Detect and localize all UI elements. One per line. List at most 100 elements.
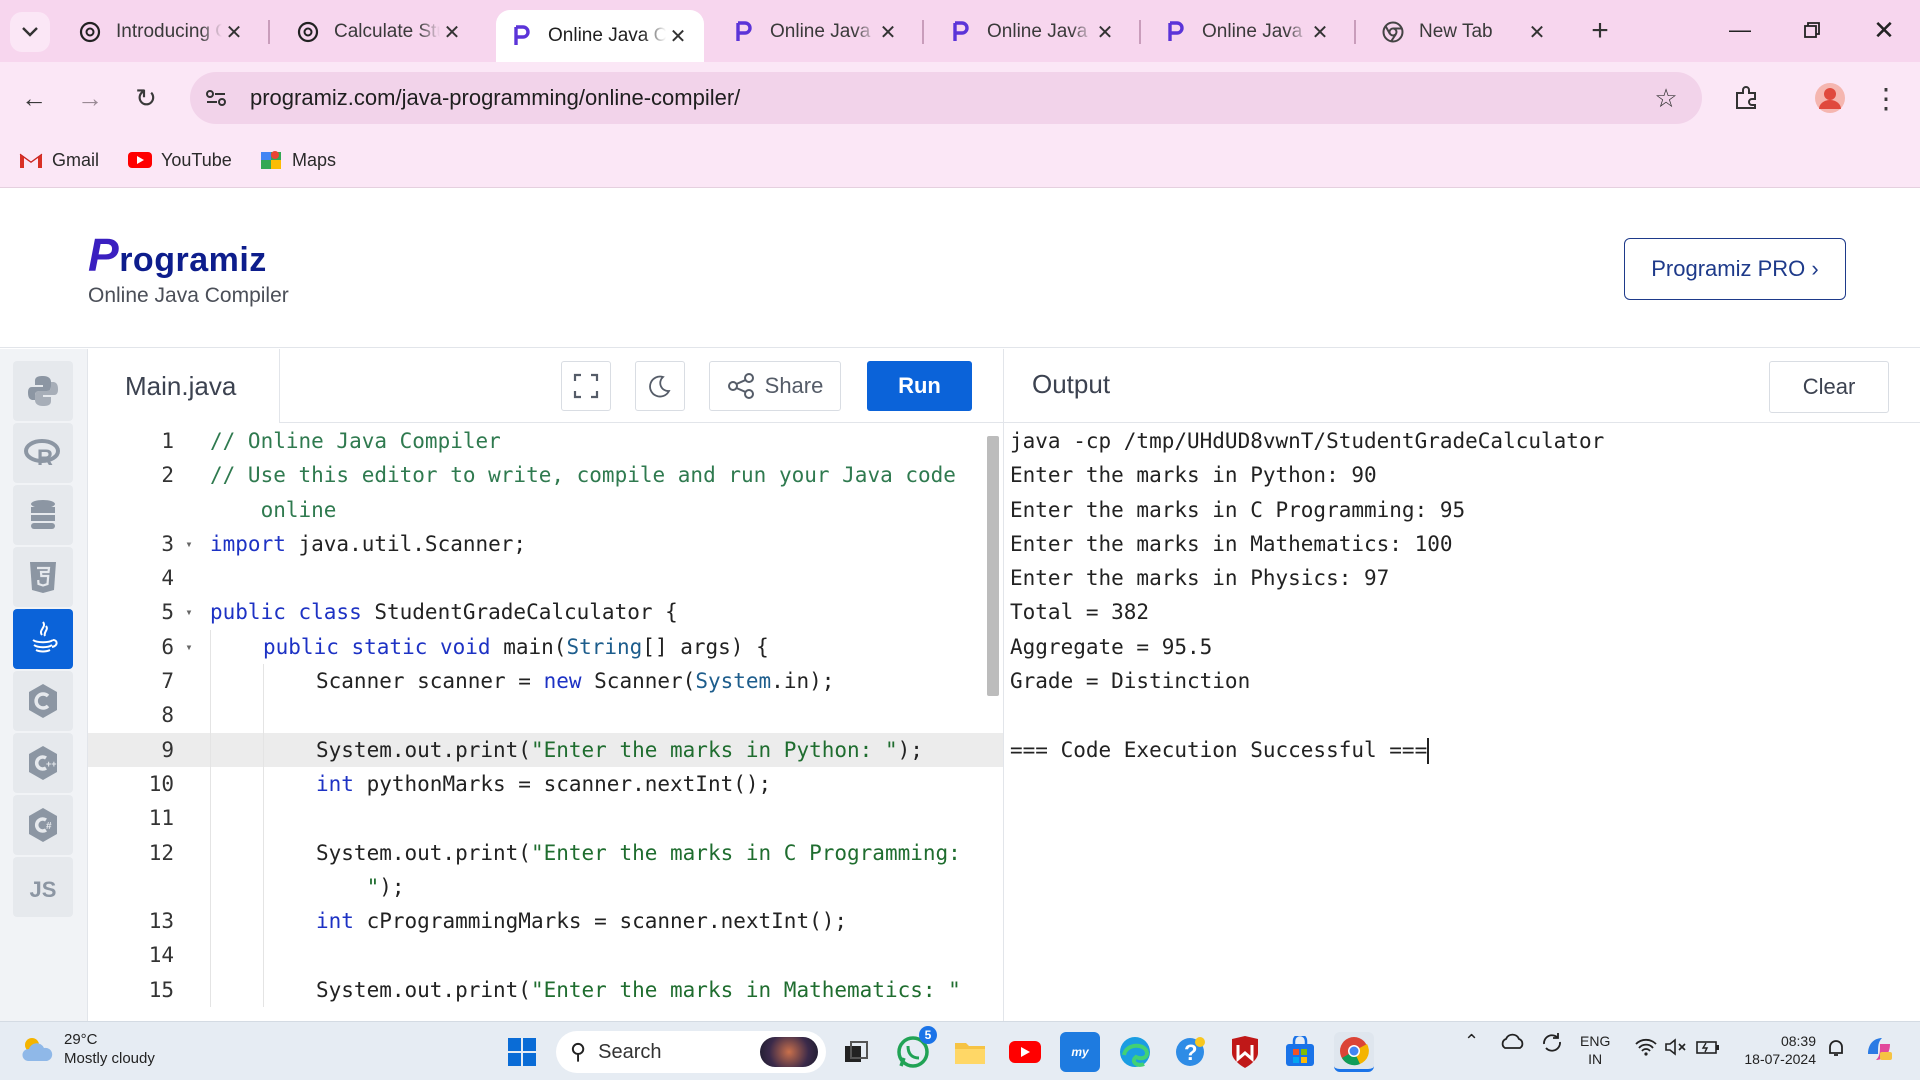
sql-icon[interactable] — [13, 485, 73, 545]
close-tab-icon[interactable]: ✕ — [222, 20, 246, 45]
onedrive-icon[interactable] — [1500, 1032, 1526, 1054]
line-number[interactable]: 6 — [88, 630, 180, 664]
code-line[interactable]: 1 // Online Java Compiler — [88, 424, 1003, 458]
programiz-pro-button[interactable]: Programiz PRO › — [1624, 238, 1846, 300]
close-tab-icon[interactable]: ✕ — [1525, 20, 1549, 45]
line-number[interactable]: 4 — [88, 561, 180, 595]
file-tab-main-java[interactable]: Main.java — [88, 349, 280, 423]
site-settings-icon[interactable] — [196, 78, 236, 118]
line-number[interactable]: 13 — [88, 904, 180, 938]
editor-scrollbar[interactable] — [987, 436, 999, 696]
js-icon[interactable]: JS — [13, 857, 73, 917]
browser-tab[interactable]: Introducing ChatGPT✕ — [64, 10, 260, 54]
line-number[interactable]: 9 — [88, 733, 180, 767]
fold-toggle-icon[interactable]: ▾ — [180, 630, 198, 664]
csharp-icon[interactable]: # — [13, 795, 73, 855]
code-line[interactable]: 8 — [88, 698, 1003, 733]
browser-tab[interactable]: Online Java Compiler✕ — [1150, 10, 1346, 54]
code-line[interactable]: 12 System.out.print("Enter the marks in C… — [88, 835, 1003, 905]
notification-bell-icon[interactable] — [1826, 1038, 1846, 1062]
tab-search-button[interactable] — [10, 12, 50, 52]
whatsapp-icon[interactable]: 5 — [893, 1026, 937, 1072]
share-button[interactable]: Share — [709, 361, 841, 411]
line-number[interactable]: 7 — [88, 664, 180, 698]
new-tab-button[interactable]: + — [1582, 14, 1618, 50]
html5-icon[interactable] — [13, 547, 73, 607]
code-text[interactable]: public static void main(String[] args) { — [198, 630, 1003, 664]
extensions-icon[interactable] — [1726, 78, 1766, 118]
battery-icon[interactable] — [1696, 1038, 1720, 1060]
panel-divider[interactable] — [1003, 349, 1004, 1021]
code-text[interactable]: int pythonMarks = scanner.nextInt(); — [198, 767, 1003, 801]
file-explorer-icon[interactable] — [950, 1032, 990, 1072]
close-tab-icon[interactable]: ✕ — [1093, 20, 1117, 45]
weather-widget[interactable]: 29°C Mostly cloudy — [20, 1030, 155, 1068]
language-indicator[interactable]: ENG IN — [1580, 1032, 1610, 1068]
cpp-icon[interactable]: ++ — [13, 733, 73, 793]
r-icon[interactable]: R — [13, 423, 73, 483]
show-hidden-icons[interactable]: ⌃ — [1464, 1032, 1479, 1050]
help-icon[interactable]: ? — [1170, 1032, 1210, 1072]
address-bar[interactable]: programiz.com/java-programming/online-co… — [190, 72, 1702, 124]
sync-icon[interactable] — [1540, 1032, 1564, 1058]
code-text[interactable] — [198, 561, 1003, 595]
microsoft-store-icon[interactable] — [1280, 1032, 1320, 1072]
mcafee-icon[interactable] — [1225, 1032, 1265, 1072]
code-line[interactable]: 6 ▾ public static void main(String[] args)… — [88, 629, 1003, 665]
run-button[interactable]: Run — [867, 361, 972, 411]
line-number[interactable]: 11 — [88, 801, 180, 835]
task-view-icon[interactable] — [836, 1032, 876, 1072]
code-line[interactable]: 7 Scanner scanner = new Scanner(System.in… — [88, 664, 1003, 699]
close-tab-icon[interactable]: ✕ — [666, 24, 690, 49]
code-editor[interactable]: 1 // Online Java Compiler 2 // Use this edi… — [88, 424, 1003, 1021]
chrome-taskbar-icon[interactable] — [1334, 1032, 1374, 1072]
copilot-icon[interactable] — [1864, 1034, 1894, 1068]
code-line[interactable]: 9 System.out.print("Enter the marks in Py… — [88, 732, 1003, 767]
browser-tab[interactable]: Online Java Compiler✕ — [496, 10, 704, 62]
line-number[interactable]: 1 — [88, 424, 180, 458]
code-text[interactable]: // Online Java Compiler — [198, 424, 1003, 458]
code-text[interactable] — [198, 938, 1003, 972]
code-line[interactable]: 10 int pythonMarks = scanner.nextInt(); — [88, 766, 1003, 802]
mylio-icon[interactable]: my — [1060, 1032, 1100, 1072]
volume-muted-icon[interactable] — [1664, 1038, 1688, 1060]
code-text[interactable]: System.out.print("Enter the marks in C P… — [198, 836, 1003, 905]
code-line[interactable]: 14 — [88, 938, 1003, 973]
line-number[interactable]: 15 — [88, 973, 180, 1007]
url-text[interactable]: programiz.com/java-programming/online-co… — [250, 85, 1646, 111]
line-number[interactable]: 3 — [88, 527, 180, 561]
line-number[interactable]: 8 — [88, 698, 180, 732]
back-button[interactable]: ← — [14, 78, 54, 118]
fullscreen-button[interactable] — [561, 361, 611, 411]
fold-toggle-icon[interactable]: ▾ — [180, 595, 198, 629]
close-tab-icon[interactable]: ✕ — [440, 20, 464, 45]
bookmark-star-icon[interactable]: ☆ — [1646, 83, 1686, 114]
close-tab-icon[interactable]: ✕ — [876, 20, 900, 45]
code-line[interactable]: 15 System.out.print("Enter the marks in M… — [88, 972, 1003, 1008]
code-text[interactable]: System.out.print("Enter the marks in Mat… — [198, 973, 1003, 1007]
dark-mode-toggle[interactable] — [635, 361, 685, 411]
bookmark-maps[interactable]: Maps — [258, 144, 336, 176]
code-text[interactable] — [198, 698, 1003, 732]
code-text[interactable]: int cProgrammingMarks = scanner.nextInt(… — [198, 904, 1003, 938]
minimize-button[interactable]: — — [1710, 10, 1770, 50]
code-line[interactable]: 13 int cProgrammingMarks = scanner.nextIn… — [88, 904, 1003, 939]
taskbar-search[interactable]: ⚲ Search — [556, 1031, 826, 1073]
code-text[interactable]: import java.util.Scanner; — [198, 527, 1003, 561]
browser-tab[interactable]: Calculate Student Grade✕ — [282, 10, 478, 54]
clear-button[interactable]: Clear — [1769, 361, 1889, 413]
line-number[interactable]: 10 — [88, 767, 180, 801]
browser-tab[interactable]: New Tab ✕ — [1367, 10, 1563, 54]
fold-toggle-icon[interactable]: ▾ — [180, 527, 198, 561]
restore-button[interactable] — [1782, 10, 1842, 50]
code-text[interactable]: // Use this editor to write, compile and… — [198, 458, 1003, 527]
code-text[interactable] — [198, 801, 1003, 835]
bookmark-youtube[interactable]: YouTube — [127, 144, 232, 176]
code-line[interactable]: 5 ▾ public class StudentGradeCalculator { — [88, 595, 1003, 629]
code-text[interactable]: Scanner scanner = new Scanner(System.in)… — [198, 664, 1003, 698]
youtube-app-icon[interactable] — [1005, 1032, 1045, 1072]
line-number[interactable]: 14 — [88, 938, 180, 972]
reload-button[interactable]: ↻ — [126, 78, 166, 118]
code-line[interactable]: 11 — [88, 801, 1003, 836]
programiz-logo[interactable]: Programiz — [88, 228, 267, 282]
